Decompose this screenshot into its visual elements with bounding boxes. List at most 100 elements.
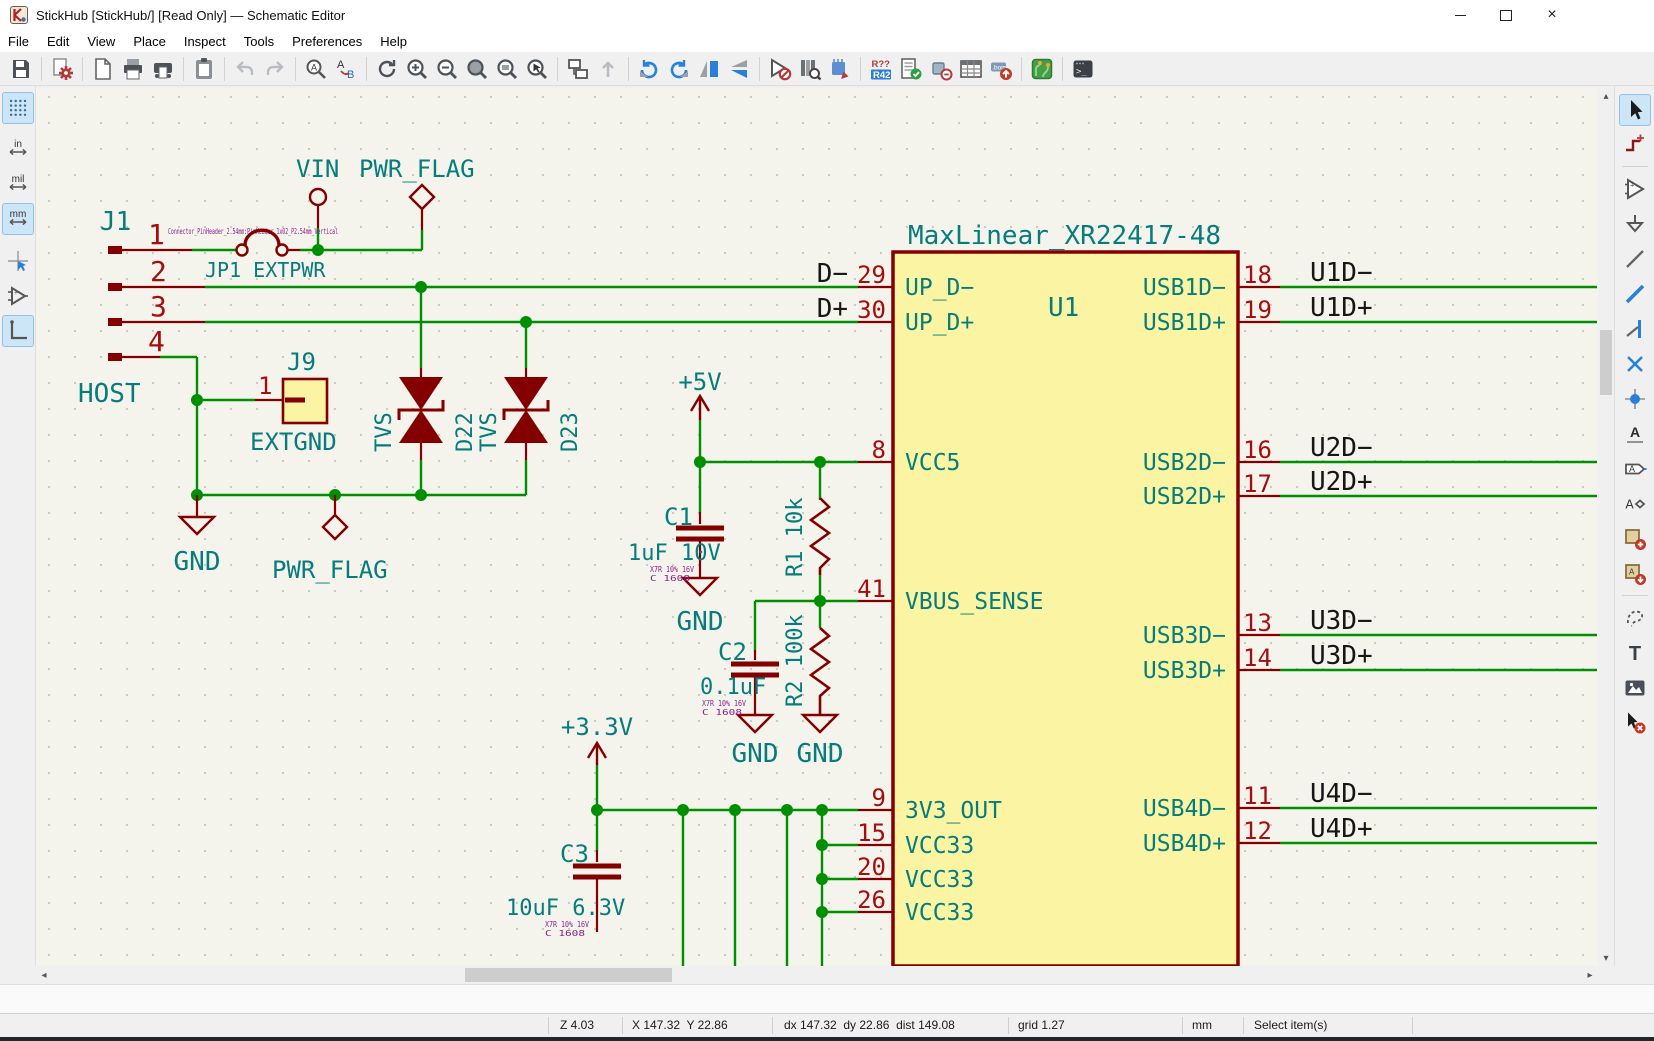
menu-view[interactable]: View bbox=[78, 32, 124, 51]
symbol-library-browser-button[interactable] bbox=[795, 54, 825, 84]
menu-inspect[interactable]: Inspect bbox=[175, 32, 235, 51]
open-pcb-editor-button[interactable] bbox=[1027, 54, 1057, 84]
menu-help[interactable]: Help bbox=[371, 32, 416, 51]
select-tool-button[interactable] bbox=[1619, 94, 1651, 126]
cursor-shape-button[interactable] bbox=[2, 245, 34, 277]
symbol-library-links-icon bbox=[929, 57, 953, 81]
schematic-setup-button[interactable] bbox=[47, 54, 77, 84]
u1-lib-name: MaxLinear_XR22417-48 bbox=[908, 221, 1221, 251]
units-inches-button[interactable]: in bbox=[2, 133, 34, 165]
highlight-net-button[interactable] bbox=[1619, 129, 1651, 161]
menu-place[interactable]: Place bbox=[124, 32, 175, 51]
menu-edit[interactable]: Edit bbox=[38, 32, 78, 51]
c1-attr2: C 1608 bbox=[650, 574, 690, 583]
import-sheet-pin-icon: A bbox=[1623, 562, 1647, 586]
maximize-button[interactable] bbox=[1483, 0, 1529, 30]
scroll-right-arrow[interactable]: ▸ bbox=[1582, 967, 1598, 983]
d22-ref: D22 bbox=[453, 412, 478, 452]
draw-wire-button[interactable] bbox=[1619, 243, 1651, 275]
net-label-u1d-minus[interactable]: U1D− bbox=[1310, 258, 1373, 288]
place-power-port-button[interactable] bbox=[1619, 208, 1651, 240]
place-text-button[interactable]: T bbox=[1619, 637, 1651, 669]
vertical-scrollbar[interactable]: ▴ ▾ bbox=[1598, 88, 1614, 966]
net-label-u3d-minus[interactable]: U3D− bbox=[1310, 606, 1373, 636]
zoom-out-button[interactable] bbox=[432, 54, 462, 84]
highlight-net-icon bbox=[1623, 133, 1647, 157]
vertical-scroll-thumb[interactable] bbox=[1600, 330, 1612, 395]
net-label-d-minus[interactable]: D− bbox=[817, 259, 848, 289]
hidden-pins-button[interactable]: + bbox=[2, 280, 34, 312]
save-button[interactable] bbox=[6, 54, 36, 84]
units-mils-button[interactable]: mil bbox=[2, 168, 34, 200]
u1-pin17-number: 17 bbox=[1243, 470, 1272, 498]
grid-visibility-button[interactable] bbox=[2, 92, 34, 124]
zoom-to-selection-button[interactable] bbox=[522, 54, 552, 84]
c3-ref: C3 bbox=[560, 840, 589, 868]
u1-pin8-number: 8 bbox=[872, 436, 886, 464]
hierarchical-sheet-button[interactable] bbox=[1619, 523, 1651, 555]
net-label-u4d-minus[interactable]: U4D− bbox=[1310, 779, 1373, 809]
net-label-button[interactable]: A bbox=[1619, 418, 1651, 450]
no-connect-flag-button[interactable] bbox=[1619, 348, 1651, 380]
erc-button[interactable] bbox=[896, 54, 926, 84]
print-button[interactable] bbox=[118, 54, 148, 84]
symbol-u1[interactable]: MaxLinear_XR22417-48 U1 29 30 8 41 9 15 … bbox=[857, 221, 1280, 966]
mirror-horizontally-button[interactable] bbox=[694, 54, 724, 84]
net-label-u2d-minus[interactable]: U2D− bbox=[1310, 433, 1373, 463]
edit-symbol-library-links-button[interactable] bbox=[926, 54, 956, 84]
zoom-to-fit-button[interactable] bbox=[462, 54, 492, 84]
schematic-canvas[interactable]: J1 Connector_PinHeader_2.54mm:PinHeader_… bbox=[36, 88, 1598, 966]
rotate-cw-button[interactable] bbox=[664, 54, 694, 84]
import-sheet-pin-button[interactable]: A bbox=[1619, 558, 1651, 590]
horizontal-scrollbar[interactable]: ◂ ▸ bbox=[36, 966, 1598, 984]
close-button[interactable]: × bbox=[1529, 0, 1575, 30]
undo-button[interactable] bbox=[230, 54, 260, 84]
place-symbol-button[interactable]: + bbox=[1619, 173, 1651, 205]
bus-wire-entry-button[interactable] bbox=[1619, 313, 1651, 345]
annotate-from-text: R?? bbox=[872, 59, 891, 70]
symbol-fields-table-button[interactable] bbox=[956, 54, 986, 84]
scroll-up-arrow[interactable]: ▴ bbox=[1598, 88, 1614, 104]
redo-button[interactable] bbox=[260, 54, 290, 84]
refresh-view-button[interactable] bbox=[372, 54, 402, 84]
draw-bus-button[interactable] bbox=[1619, 278, 1651, 310]
image-tool-icon bbox=[1623, 676, 1647, 700]
hierarchical-label-button[interactable]: A bbox=[1619, 488, 1651, 520]
annotate-button[interactable]: R??R42 bbox=[866, 54, 896, 84]
hierarchy-navigator-button[interactable] bbox=[563, 54, 593, 84]
menu-file[interactable]: File bbox=[0, 32, 38, 51]
export-bom-button[interactable]: .bom bbox=[986, 54, 1016, 84]
zoom-to-objects-button[interactable] bbox=[492, 54, 522, 84]
net-label-u4d-plus[interactable]: U4D+ bbox=[1310, 814, 1373, 844]
leave-sheet-button[interactable] bbox=[593, 54, 623, 84]
scripting-console-button[interactable]: >_ bbox=[1068, 54, 1098, 84]
scroll-down-arrow[interactable]: ▾ bbox=[1598, 950, 1614, 966]
horizontal-scroll-thumb[interactable] bbox=[465, 968, 672, 982]
find-replace-button[interactable]: AB bbox=[331, 54, 361, 84]
menu-preferences[interactable]: Preferences bbox=[283, 32, 371, 51]
edit-symbol-fields-button[interactable] bbox=[825, 54, 855, 84]
menu-tools[interactable]: Tools bbox=[235, 32, 283, 51]
units-millimeters-button[interactable]: mm bbox=[2, 203, 34, 235]
delete-tool-button[interactable] bbox=[1619, 707, 1651, 739]
net-label-u1d-plus[interactable]: U1D+ bbox=[1310, 293, 1373, 323]
plot-button[interactable] bbox=[148, 54, 178, 84]
net-label-u3d-plus[interactable]: U3D+ bbox=[1310, 641, 1373, 671]
scroll-left-arrow[interactable]: ◂ bbox=[36, 967, 52, 983]
find-button[interactable]: A bbox=[301, 54, 331, 84]
free-angle-wires-button[interactable] bbox=[2, 315, 34, 347]
place-image-button[interactable] bbox=[1619, 672, 1651, 704]
net-label-d-plus[interactable]: D+ bbox=[817, 294, 848, 324]
paste-button[interactable] bbox=[189, 54, 219, 84]
titlebar[interactable]: StickHub [StickHub/] [Read Only] — Schem… bbox=[0, 0, 1654, 30]
zoom-in-button[interactable] bbox=[402, 54, 432, 84]
mirror-vertically-button[interactable] bbox=[724, 54, 754, 84]
symbol-properties-button[interactable] bbox=[765, 54, 795, 84]
global-label-button[interactable]: A bbox=[1619, 453, 1651, 485]
junction-button[interactable] bbox=[1619, 383, 1651, 415]
rotate-ccw-button[interactable] bbox=[634, 54, 664, 84]
net-label-u2d-plus[interactable]: U2D+ bbox=[1310, 467, 1373, 497]
draw-shapes-button[interactable] bbox=[1619, 602, 1651, 634]
minimize-button[interactable] bbox=[1437, 0, 1483, 30]
page-settings-button[interactable] bbox=[88, 54, 118, 84]
